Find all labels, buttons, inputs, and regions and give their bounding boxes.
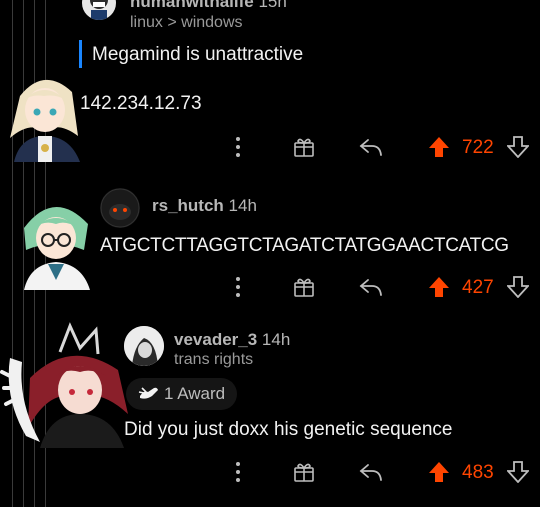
downvote-icon[interactable]: [507, 461, 529, 483]
comment-time: 15h: [258, 0, 287, 11]
comment-time: 14h: [261, 330, 291, 349]
comment-time: 14h: [228, 196, 257, 215]
quote-bar: [79, 40, 82, 68]
comment-body: ATGCTCTTAGGTCTAGATCTATGGAACTCATCG: [100, 235, 509, 256]
downvote-icon[interactable]: [507, 136, 529, 158]
avatar[interactable]: [100, 188, 140, 228]
gift-icon[interactable]: [292, 135, 316, 159]
downvote-icon[interactable]: [507, 276, 529, 298]
user-flair: linux > windows: [130, 14, 243, 31]
award-badge[interactable]: 1 Award: [126, 378, 238, 410]
upvote-icon[interactable]: [428, 136, 450, 158]
comment-username[interactable]: vevader_3 14h: [174, 330, 290, 350]
more-vertical-icon[interactable]: [230, 274, 246, 300]
score: 483: [462, 462, 494, 483]
comment-username[interactable]: humanwithalife 15h: [130, 0, 287, 12]
upvote-icon[interactable]: [428, 276, 450, 298]
award-count: 1 Award: [164, 384, 226, 403]
award-hand-icon: [138, 384, 160, 402]
score: 427: [462, 277, 494, 298]
more-vertical-icon[interactable]: [230, 134, 246, 160]
gift-icon[interactable]: [292, 460, 316, 484]
reply-icon[interactable]: [358, 135, 384, 159]
upvote-icon[interactable]: [428, 461, 450, 483]
comment-actions: 427: [0, 274, 540, 302]
comment-actions: 483: [0, 459, 540, 487]
more-vertical-icon[interactable]: [230, 459, 246, 485]
comment-body: Did you just doxx his genetic sequence: [124, 419, 453, 440]
character-sticker: [0, 318, 138, 448]
comment-username[interactable]: rs_hutch 14h: [152, 196, 257, 216]
gift-icon[interactable]: [292, 275, 316, 299]
reply-icon[interactable]: [358, 460, 384, 484]
comment-body: 142.234.12.73: [80, 93, 202, 114]
comment-actions: 722: [0, 134, 540, 162]
quoted-text: Megamind is unattractive: [92, 44, 304, 65]
user-flair: trans rights: [174, 351, 254, 368]
reply-icon[interactable]: [358, 275, 384, 299]
avatar[interactable]: [82, 0, 116, 20]
score: 722: [462, 137, 494, 158]
